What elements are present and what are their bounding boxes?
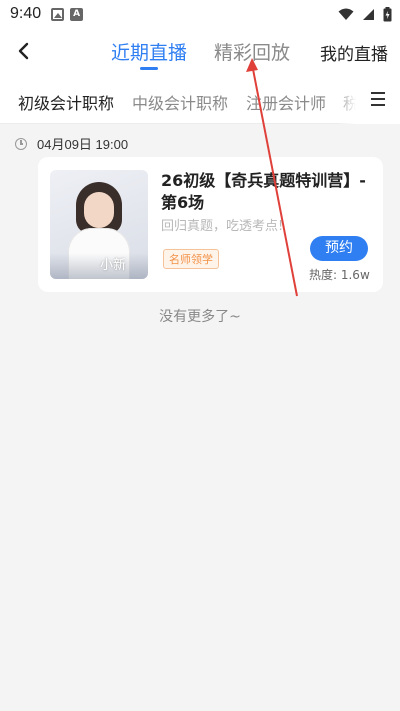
popularity-count: 热度: 1.6w <box>309 268 370 282</box>
category-cpa[interactable]: 注册会计师 <box>246 90 326 114</box>
category-intermediate-accountant[interactable]: 中级会计职称 <box>132 90 228 114</box>
top-header: 9:40 A 近期直播 精彩回放 我的直播 初级会计职称 中级会计职称 注册会计… <box>0 0 400 124</box>
category-menu-button[interactable] <box>356 74 400 124</box>
nav-bar: 近期直播 精彩回放 我的直播 <box>0 28 400 74</box>
notification-icons: A <box>51 7 84 21</box>
system-icons <box>338 6 392 22</box>
tab-indicator <box>140 67 158 70</box>
chevron-left-icon <box>18 42 29 60</box>
teacher-name: 小新 <box>99 258 126 273</box>
course-subtitle: 回归真题，吃透考点! <box>161 219 284 234</box>
course-tag: 名师领学 <box>163 249 219 269</box>
tab-recent-live[interactable]: 近期直播 <box>111 38 187 65</box>
live-course-card[interactable]: 小新 26初级【奇兵真题特训营】-第6场 回归真题，吃透考点! 名师领学 预约 … <box>38 157 383 292</box>
teacher-thumbnail: 小新 <box>50 170 148 279</box>
category-bar: 初级会计职称 中级会计职称 注册会计师 税 <box>0 74 400 124</box>
app-notification-icon: A <box>70 7 84 21</box>
back-button[interactable] <box>12 38 34 64</box>
course-title: 26初级【奇兵真题特训营】-第6场 <box>161 171 366 212</box>
category-junior-accountant[interactable]: 初级会计职称 <box>18 90 114 114</box>
status-time: 9:40 <box>10 5 42 22</box>
battery-charging-icon <box>383 6 392 21</box>
no-more-text: 没有更多了~ <box>159 309 241 325</box>
clock-icon <box>15 137 27 150</box>
reserve-button[interactable]: 预约 <box>310 236 368 261</box>
tab-my-live[interactable]: 我的直播 <box>320 40 388 65</box>
image-notification-icon <box>51 7 65 21</box>
signal-icon <box>363 8 374 20</box>
schedule-date: 04月09日 19:00 <box>15 134 128 153</box>
status-bar: 9:40 A <box>0 0 400 28</box>
menu-icon <box>371 92 385 94</box>
schedule-date-label: 04月09日 19:00 <box>37 137 129 152</box>
tab-replay[interactable]: 精彩回放 <box>214 38 290 65</box>
category-fade <box>336 74 356 124</box>
wifi-icon <box>338 8 354 20</box>
